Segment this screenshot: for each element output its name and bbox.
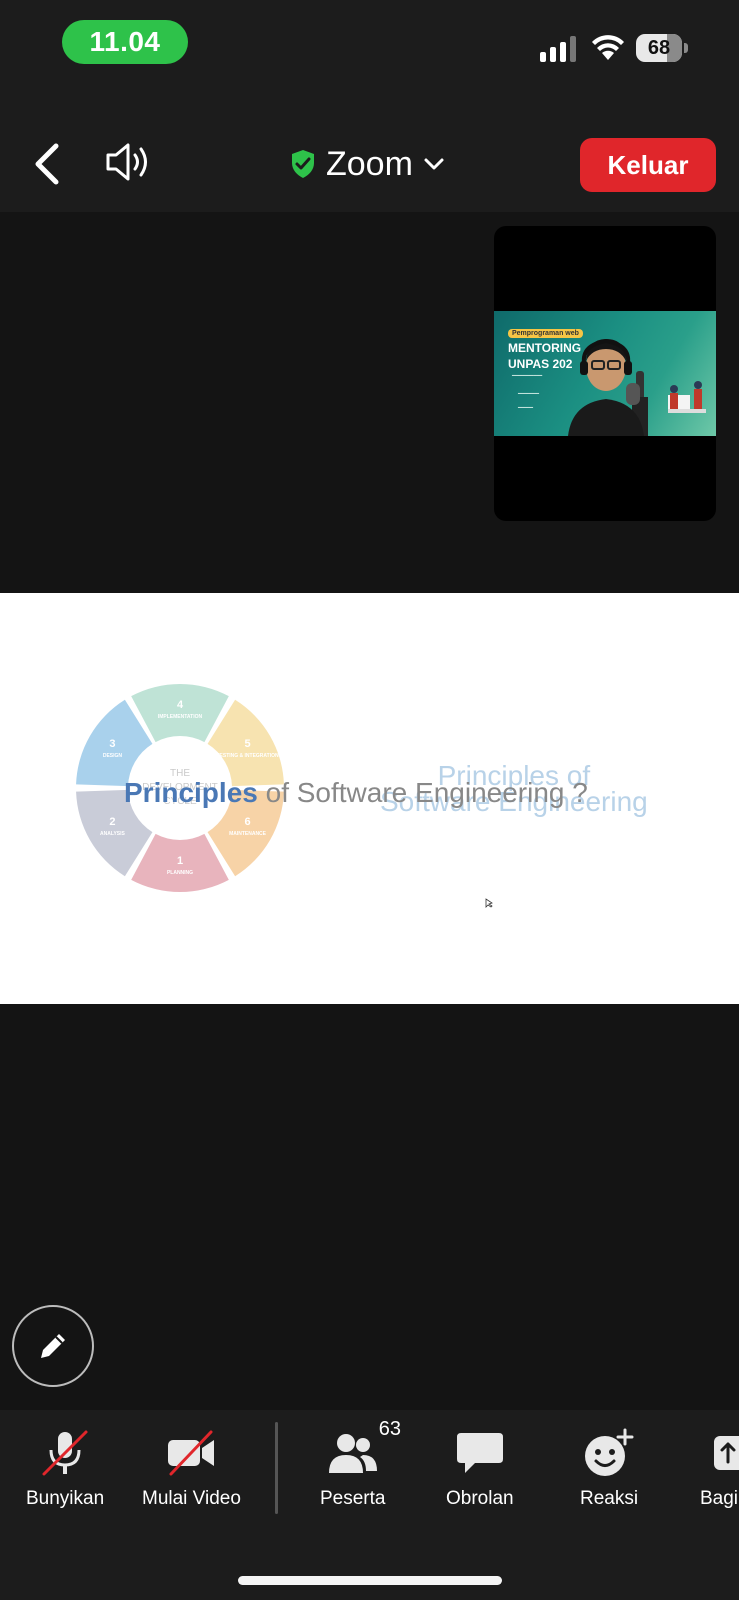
participants-button[interactable]: 63 Peserta [320, 1418, 401, 1510]
meeting-top-bar: Zoom Keluar [0, 100, 739, 212]
slide-title-highlight: Principles [124, 777, 258, 808]
leave-button[interactable]: Keluar [580, 138, 716, 192]
chat-label: Obrolan [446, 1488, 514, 1509]
meeting-title-dropdown[interactable]: Zoom [290, 144, 445, 184]
cellular-signal-icon [540, 36, 576, 62]
cycle-segment-label: PLANNING [167, 870, 193, 876]
cycle-segment-label: DESIGN [103, 753, 123, 759]
cycle-segment-number: 4 [177, 699, 184, 711]
pencil-icon [41, 1334, 65, 1358]
chevron-down-icon [424, 158, 444, 170]
unmute-label: Bunyikan [26, 1488, 105, 1509]
home-indicator [238, 1576, 502, 1585]
unmute-button[interactable]: Bunyikan [26, 1428, 104, 1510]
banner-illustration [668, 381, 706, 413]
participants-label: Peserta [320, 1488, 386, 1509]
share-icon [714, 1436, 739, 1470]
cycle-segment-number: 3 [109, 738, 115, 750]
pointer-cursor-icon [485, 898, 493, 908]
annotate-button[interactable] [12, 1305, 94, 1387]
cycle-segment-label: IMPLEMENTATION [158, 714, 203, 720]
meeting-title: Zoom [326, 144, 413, 183]
chat-bubble-icon [456, 1433, 503, 1473]
slide-title-rest: of Software Engineering ? [257, 777, 588, 808]
cycle-segment-label: ANALYSIS [100, 831, 125, 837]
start-video-label: Mulai Video [142, 1488, 241, 1509]
meeting-toolbar: Bunyikan Mulai Video 63 Peserta Obrolan … [0, 1410, 739, 1600]
start-video-button[interactable]: Mulai Video [142, 1428, 241, 1510]
shield-check-icon [292, 150, 314, 178]
cycle-segment-number: 1 [177, 855, 183, 867]
cycle-segment-label: MAINTENANCE [229, 831, 267, 837]
people-icon [328, 1434, 377, 1473]
cycle-segment-number: 5 [244, 738, 250, 750]
cycle-segment-number: 2 [109, 816, 115, 828]
reactions-button[interactable]: Reaksi [580, 1428, 638, 1510]
presenter-figure [568, 338, 648, 436]
chat-button[interactable]: Obrolan [446, 1428, 514, 1510]
speaker-icon[interactable] [104, 140, 156, 184]
cycle-segment-label: TESTING & INTEGRATION [216, 753, 279, 759]
status-bar: 11.04 68 [0, 0, 739, 100]
share-button[interactable]: Bagi [698, 1428, 739, 1510]
wifi-icon [592, 35, 624, 60]
video-feed: Pemprograman web MENTORING UNPAS 202 ━━━… [494, 311, 716, 436]
participants-count: 63 [378, 1418, 401, 1440]
share-label: Bagi [700, 1488, 739, 1509]
zoom-meeting-screen: 11.04 68 Zoom Keluar Pemprograman web ME… [0, 0, 739, 1600]
battery-level: 68 [647, 36, 671, 59]
microphone-off-icon [42, 1430, 88, 1476]
reactions-label: Reaksi [580, 1488, 639, 1509]
battery-icon: 68 [636, 34, 688, 62]
status-time: 11.04 [62, 20, 188, 64]
toolbar-divider [275, 1422, 278, 1514]
chevron-left-icon[interactable] [28, 140, 68, 188]
video-off-icon [168, 1430, 215, 1476]
cycle-segment-number: 6 [244, 816, 250, 828]
shared-screen[interactable]: 1 PLANNING 2 ANALYSIS 3 DESIGN 4 IMPLEMENTATION… [0, 593, 739, 1004]
slide-title: Principles of Software Engineering ? [124, 777, 588, 809]
smiley-plus-icon [585, 1428, 634, 1476]
participant-video-thumbnail[interactable]: Pemprograman web MENTORING UNPAS 202 ━━━… [494, 226, 716, 521]
